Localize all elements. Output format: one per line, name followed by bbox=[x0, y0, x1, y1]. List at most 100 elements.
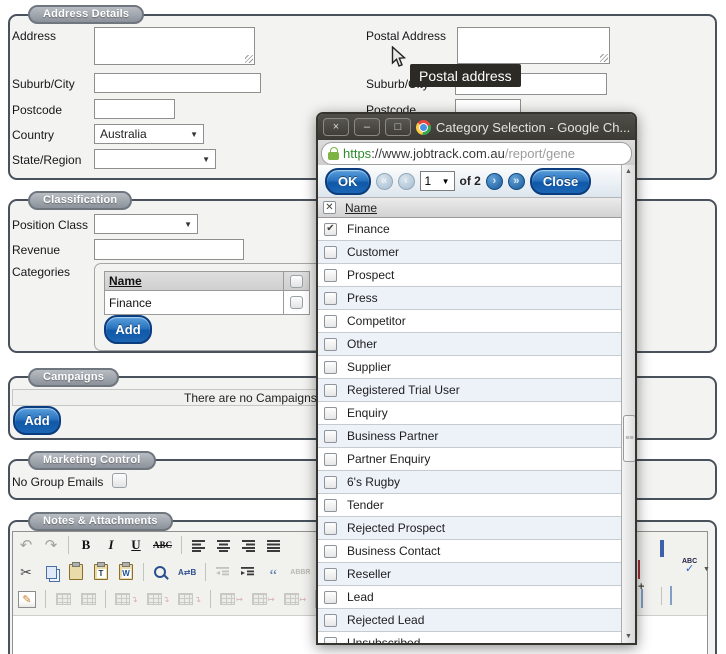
category-row[interactable]: Business Contact bbox=[318, 540, 621, 563]
revenue-input[interactable] bbox=[94, 239, 244, 260]
category-row[interactable]: Competitor bbox=[318, 310, 621, 333]
category-checkbox[interactable] bbox=[324, 292, 337, 305]
next-page-button[interactable]: › bbox=[486, 173, 503, 190]
delete-column-icon[interactable]: ↦ bbox=[284, 590, 307, 608]
scroll-up-button[interactable]: ▲ bbox=[622, 165, 635, 178]
align-justify-icon[interactable] bbox=[266, 536, 282, 554]
categories-header-checkbox[interactable] bbox=[290, 275, 303, 288]
undo-icon[interactable]: ↶ bbox=[18, 536, 34, 554]
paste-from-word-icon[interactable]: W bbox=[118, 563, 134, 581]
last-page-button[interactable]: » bbox=[508, 173, 525, 190]
category-row[interactable]: Registered Trial User bbox=[318, 379, 621, 402]
scrollbar-thumb[interactable]: ≡≡ bbox=[623, 415, 636, 462]
category-row[interactable]: Rejected Lead bbox=[318, 609, 621, 632]
numbered-list-icon[interactable] bbox=[660, 540, 664, 558]
address-textarea[interactable] bbox=[94, 27, 255, 65]
category-row[interactable]: Supplier bbox=[318, 356, 621, 379]
insert-column-after-icon[interactable]: ↦ bbox=[252, 590, 275, 608]
category-row[interactable]: Enquiry bbox=[318, 402, 621, 425]
categories-add-button[interactable]: Add bbox=[104, 315, 152, 344]
add-layer-icon[interactable] bbox=[641, 590, 643, 608]
align-right-icon[interactable] bbox=[241, 536, 257, 554]
category-checkbox[interactable] bbox=[324, 522, 337, 535]
popup-scrollbar[interactable]: ▲ ≡≡ ▼ bbox=[621, 165, 635, 643]
window-close-button[interactable]: × bbox=[323, 118, 349, 136]
italic-icon[interactable]: I bbox=[103, 536, 119, 554]
postcode-input[interactable] bbox=[94, 99, 175, 119]
postal-address-textarea[interactable] bbox=[457, 27, 610, 64]
category-row[interactable]: Partner Enquiry bbox=[318, 448, 621, 471]
edit-html-icon[interactable]: ✎ bbox=[18, 590, 36, 608]
position-class-select[interactable]: ▼ bbox=[94, 214, 198, 234]
spellcheck-icon[interactable]: ABC ✓ bbox=[682, 559, 697, 573]
align-center-icon[interactable] bbox=[216, 536, 232, 554]
category-checkbox[interactable] bbox=[324, 614, 337, 627]
url-field[interactable]: https://www.jobtrack.com.au/report/gene bbox=[321, 142, 632, 165]
spellcheck-menu-caret-icon[interactable]: ▼ bbox=[703, 566, 710, 573]
page-number-select[interactable]: 1 ▼ bbox=[420, 171, 455, 191]
insert-image-icon[interactable] bbox=[638, 561, 640, 579]
find-replace-icon[interactable]: A⇄B bbox=[178, 563, 196, 581]
category-checkbox[interactable] bbox=[324, 499, 337, 512]
category-checkbox[interactable] bbox=[324, 568, 337, 581]
category-row[interactable]: Other bbox=[318, 333, 621, 356]
name-column-header[interactable]: Name bbox=[345, 201, 377, 215]
category-row[interactable]: Rejected Prospect bbox=[318, 517, 621, 540]
select-all-checkbox[interactable]: ✕ bbox=[323, 201, 336, 214]
paste-as-text-icon[interactable]: T bbox=[93, 563, 109, 581]
category-row[interactable]: Prospect bbox=[318, 264, 621, 287]
suburb-city-input[interactable] bbox=[94, 73, 261, 93]
category-checkbox[interactable] bbox=[324, 269, 337, 282]
campaigns-add-button[interactable]: Add bbox=[13, 406, 61, 435]
delete-row-icon[interactable]: ↴ bbox=[178, 590, 201, 608]
category-checkbox[interactable] bbox=[324, 637, 337, 646]
country-select[interactable]: Australia ▼ bbox=[94, 124, 204, 144]
outdent-icon[interactable] bbox=[215, 563, 231, 581]
insert-row-after-icon[interactable]: ↴ bbox=[147, 590, 170, 608]
no-group-emails-checkbox[interactable] bbox=[112, 473, 127, 488]
category-row[interactable]: Press bbox=[318, 287, 621, 310]
insert-row-before-icon[interactable]: ↴ bbox=[115, 590, 138, 608]
category-checkbox[interactable] bbox=[324, 430, 337, 443]
category-row[interactable]: Customer bbox=[318, 241, 621, 264]
category-row[interactable]: ✔Finance bbox=[318, 218, 621, 241]
category-row[interactable]: Tender bbox=[318, 494, 621, 517]
category-checkbox[interactable] bbox=[324, 361, 337, 374]
category-checkbox[interactable] bbox=[324, 476, 337, 489]
underline-icon[interactable]: U bbox=[128, 536, 144, 554]
category-checkbox[interactable] bbox=[324, 453, 337, 466]
bold-icon[interactable]: B bbox=[78, 536, 94, 554]
redo-icon[interactable]: ↷ bbox=[43, 536, 59, 554]
state-region-select[interactable]: ▼ bbox=[94, 149, 216, 169]
category-checkbox[interactable] bbox=[324, 545, 337, 558]
toggle-absolute-icon[interactable] bbox=[670, 587, 672, 605]
scroll-down-button[interactable]: ▼ bbox=[622, 630, 635, 643]
window-minimize-button[interactable]: – bbox=[354, 118, 380, 136]
category-row-checkbox[interactable] bbox=[290, 296, 303, 309]
blockquote-icon[interactable]: “ bbox=[265, 567, 281, 585]
window-titlebar[interactable]: × – □ Category Selection - Google Ch... bbox=[318, 114, 635, 140]
cut-icon[interactable]: ✂ bbox=[18, 563, 34, 581]
window-maximize-button[interactable]: □ bbox=[385, 118, 411, 136]
find-icon[interactable] bbox=[153, 563, 169, 581]
table-row-properties-icon[interactable] bbox=[55, 590, 71, 608]
ok-button[interactable]: OK bbox=[325, 168, 371, 195]
abbreviation-icon[interactable]: ABBR bbox=[290, 563, 310, 581]
category-checkbox[interactable] bbox=[324, 315, 337, 328]
close-button[interactable]: Close bbox=[530, 168, 591, 195]
category-row[interactable]: Lead bbox=[318, 586, 621, 609]
category-row[interactable]: Business Partner bbox=[318, 425, 621, 448]
first-page-button[interactable]: « bbox=[376, 173, 393, 190]
indent-icon[interactable] bbox=[240, 563, 256, 581]
category-checkbox[interactable] bbox=[324, 338, 337, 351]
table-cell-properties-icon[interactable] bbox=[80, 590, 96, 608]
strikethrough-icon[interactable]: ABC bbox=[153, 536, 172, 554]
category-row[interactable]: Unsubscribed bbox=[318, 632, 621, 645]
category-checkbox[interactable] bbox=[324, 246, 337, 259]
category-row[interactable]: 6's Rugby bbox=[318, 471, 621, 494]
category-checkbox[interactable] bbox=[324, 591, 337, 604]
copy-icon[interactable] bbox=[43, 563, 59, 581]
category-checkbox[interactable] bbox=[324, 384, 337, 397]
category-checkbox[interactable] bbox=[324, 407, 337, 420]
paste-icon[interactable] bbox=[68, 563, 84, 581]
